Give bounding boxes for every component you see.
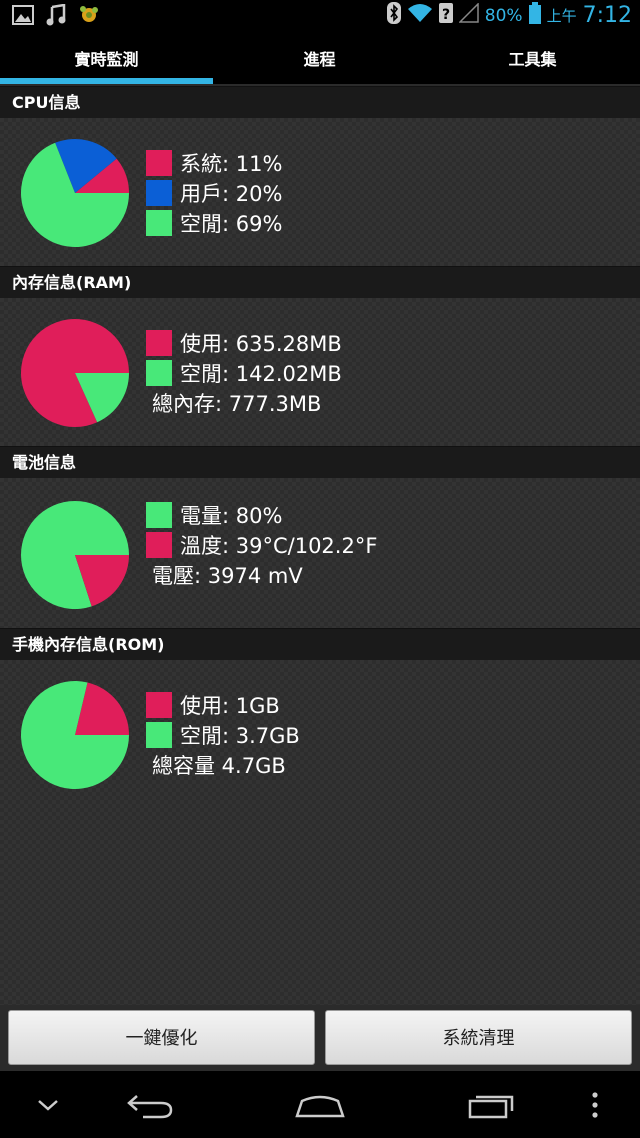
legend-label: 使用: 635.28MB <box>180 332 342 356</box>
legend-label: 使用: 1GB <box>180 694 280 718</box>
swatch-user <box>146 180 172 206</box>
rom-legend: 使用: 1GB 空閒: 3.7GB 總容量 4.7GB <box>146 690 300 780</box>
legend-label: 系統: 11% <box>180 152 283 176</box>
cpu-section: 系統: 11% 用戶: 20% 空閒: 69% <box>0 118 640 266</box>
recent-apps-button[interactable] <box>450 1071 534 1138</box>
signal-icon <box>457 2 479 28</box>
legend-item-user: 用戶: 20% <box>146 178 282 208</box>
am-pm-label: 上午 <box>546 7 577 25</box>
ram-total: 總內存: 777.3MB <box>152 392 322 416</box>
swatch-used <box>146 692 172 718</box>
wifi-icon <box>407 3 433 28</box>
battery-voltage: 電壓: 3974 mV <box>152 564 303 588</box>
swatch-used <box>146 330 172 356</box>
tab-label: 進程 <box>303 50 336 69</box>
chevron-down-icon <box>38 1099 58 1111</box>
back-icon <box>127 1094 173 1118</box>
clock: 7:12 <box>582 3 632 28</box>
swatch-idle <box>146 210 172 236</box>
legend-label: 電量: 80% <box>180 504 283 528</box>
swatch-free <box>146 722 172 748</box>
legend-label: 空閒: 69% <box>180 212 283 236</box>
legend-item-charge: 電量: 80% <box>146 500 377 530</box>
ram-section-header: 內存信息(RAM) <box>0 266 640 298</box>
ram-pie-chart <box>20 319 130 427</box>
legend-item-idle: 空閒: 69% <box>146 208 282 238</box>
legend-item-free: 空閒: 3.7GB <box>146 720 300 750</box>
cpu-section-header: CPU信息 <box>0 86 640 118</box>
legend-item-system: 系統: 11% <box>146 148 282 178</box>
legend-item-temperature: 溫度: 39°C/102.2°F <box>146 530 377 560</box>
legend-label: 用戶: 20% <box>180 182 283 206</box>
swatch-charge <box>146 502 172 528</box>
back-button[interactable] <box>110 1071 190 1138</box>
ram-section: 使用: 635.28MB 空閒: 142.02MB 總內存: 777.3MB <box>0 298 640 446</box>
battery-legend: 電量: 80% 溫度: 39°C/102.2°F 電壓: 3974 mV <box>146 500 377 590</box>
sim-unknown-icon: ? <box>438 3 453 28</box>
swatch-free <box>146 360 172 386</box>
overflow-menu-button[interactable] <box>570 1071 620 1138</box>
legend-label: 空閒: 142.02MB <box>180 362 342 386</box>
tab-realtime-monitor[interactable]: 實時監測 <box>0 33 213 84</box>
bluetooth-icon <box>386 2 401 29</box>
legend-label: 空閒: 3.7GB <box>180 724 300 748</box>
more-vertical-icon <box>592 1091 598 1118</box>
rom-section: 使用: 1GB 空閒: 3.7GB 總容量 4.7GB <box>0 660 640 1005</box>
battery-pie-chart <box>21 501 130 609</box>
tab-label: 實時監測 <box>74 50 139 69</box>
hide-keyboard-button[interactable] <box>18 1071 78 1138</box>
rom-total: 總容量 4.7GB <box>152 754 286 778</box>
svg-text:?: ? <box>442 7 450 23</box>
gallery-icon <box>12 5 34 29</box>
battery-section-header: 電池信息 <box>0 446 640 478</box>
swatch-temperature <box>146 532 172 558</box>
cpu-pie-chart <box>21 139 129 247</box>
legend-item-used: 使用: 635.28MB <box>146 328 342 358</box>
legend-item-used: 使用: 1GB <box>146 690 300 720</box>
system-clean-button[interactable]: 系統清理 <box>325 1010 632 1065</box>
rom-pie-chart <box>20 681 129 789</box>
swatch-system <box>146 150 172 176</box>
status-bar: ? 80% 上午 7:12 <box>0 0 640 33</box>
tab-label: 工具集 <box>508 50 557 69</box>
tab-bar: 實時監測 進程 工具集 <box>0 33 640 84</box>
recent-apps-icon <box>468 1095 514 1118</box>
ram-legend: 使用: 635.28MB 空閒: 142.02MB 總內存: 777.3MB <box>146 328 342 418</box>
cpu-legend: 系統: 11% 用戶: 20% 空閒: 69% <box>146 148 282 238</box>
home-icon <box>295 1095 345 1117</box>
tab-toolset[interactable]: 工具集 <box>426 33 639 84</box>
music-icon <box>46 3 66 30</box>
home-button[interactable] <box>280 1071 360 1138</box>
tab-processes[interactable]: 進程 <box>213 33 426 84</box>
battery-percent: 80% <box>484 5 523 26</box>
rom-section-header: 手機內存信息(ROM) <box>0 628 640 660</box>
app-notification-icon <box>78 4 100 30</box>
legend-label: 溫度: 39°C/102.2°F <box>180 534 378 558</box>
legend-item-free: 空閒: 142.02MB <box>146 358 342 388</box>
battery-section: 電量: 80% 溫度: 39°C/102.2°F 電壓: 3974 mV <box>0 478 640 628</box>
navigation-bar <box>0 1071 640 1138</box>
battery-icon <box>528 2 541 29</box>
one-click-optimize-button[interactable]: 一鍵優化 <box>8 1010 315 1065</box>
